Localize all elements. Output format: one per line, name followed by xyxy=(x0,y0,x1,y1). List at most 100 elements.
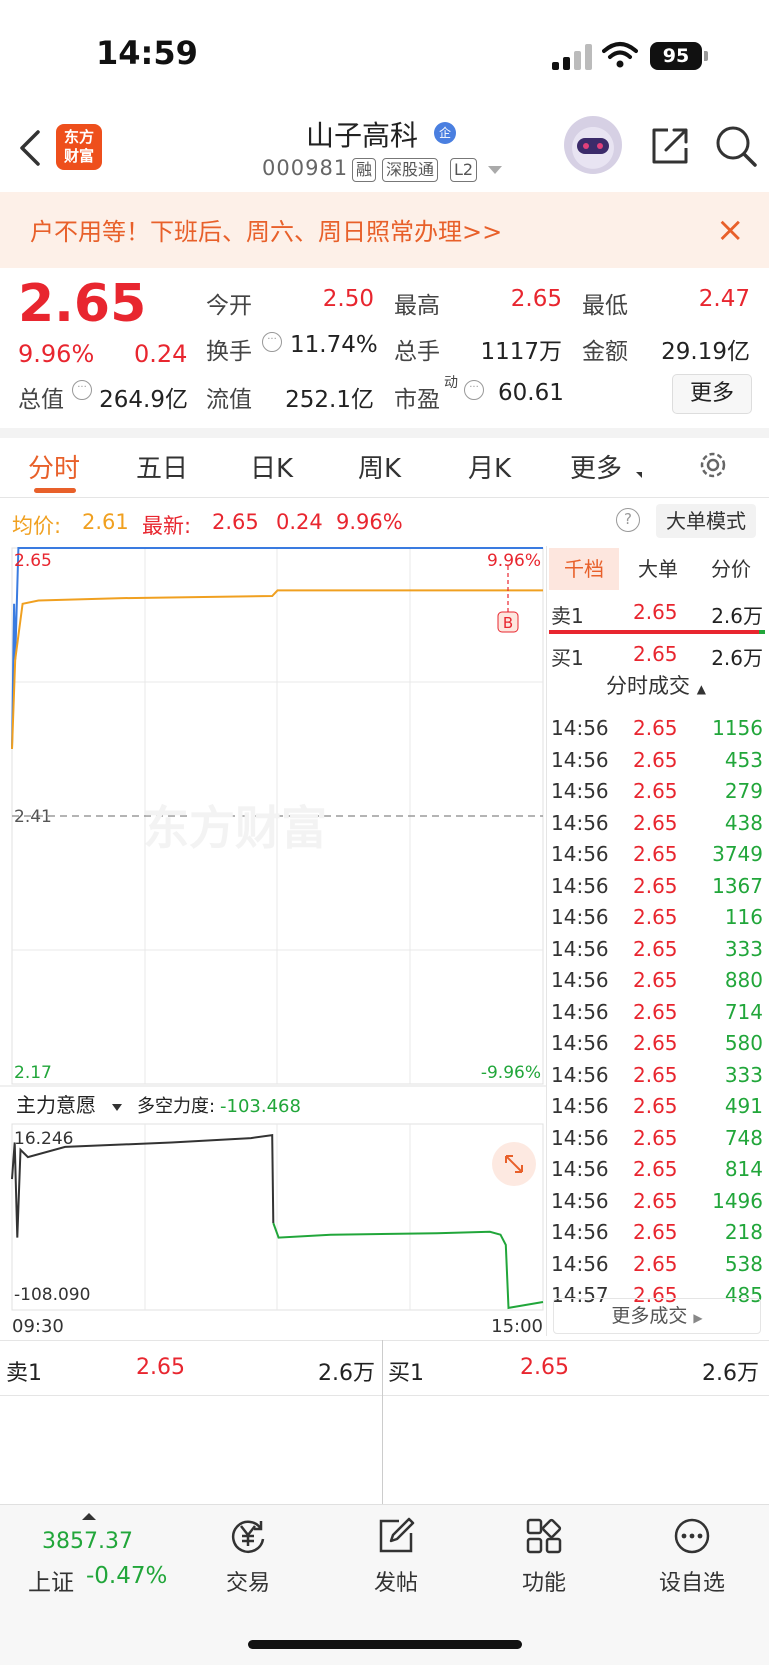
battery-icon: 95 xyxy=(650,42,702,70)
tab-intraday[interactable]: 分时 xyxy=(28,448,80,485)
tab-big-orders[interactable]: 大单 xyxy=(623,548,693,590)
help-icon[interactable]: ? xyxy=(616,508,640,532)
app-logo[interactable]: 东方 财富 xyxy=(56,124,102,170)
tick-price: 2.65 xyxy=(633,1125,678,1150)
y-label-bottom: 2.17 xyxy=(14,1063,52,1083)
wifi-icon xyxy=(602,42,638,68)
high-label: 最高 xyxy=(394,293,440,319)
compose-icon xyxy=(379,1517,415,1553)
info-icon[interactable]: ··· xyxy=(464,380,484,400)
index-name[interactable]: 上证 xyxy=(28,1563,74,1597)
order-bar-divider xyxy=(382,1340,383,1504)
big-order-mode-button[interactable]: 大单模式 xyxy=(656,504,756,538)
indicator-selector[interactable]: 主力意愿 xyxy=(16,1093,96,1117)
bull-bear-value: -103.468 xyxy=(220,1096,301,1117)
tick-row: 14:56 2.65 580 xyxy=(547,1029,767,1059)
tick-list-header[interactable]: 分时成交 ▲ xyxy=(547,670,765,702)
tick-price: 2.65 xyxy=(633,1094,678,1118)
banner-text[interactable]: 户不用等！下班后、周六、周日照常办理>> xyxy=(30,212,502,247)
gear-icon[interactable] xyxy=(696,448,730,482)
side-tabs: 千档 大单 分价 xyxy=(549,548,767,590)
info-icon[interactable]: ··· xyxy=(72,380,92,400)
order-book-panel: 千档 大单 分价 卖1 2.65 2.6万 买1 2.65 2.6万 分时成交 … xyxy=(546,546,769,1336)
chevron-down-icon[interactable] xyxy=(488,166,502,174)
divider xyxy=(0,428,769,438)
level1-order-bar: 卖1 2.65 2.6万 买1 2.65 2.6万 xyxy=(0,1340,769,1396)
bottom-sell-label: 卖1 xyxy=(6,1361,42,1386)
nav-add-watchlist[interactable]: 设自选 xyxy=(642,1515,742,1605)
intraday-chart[interactable]: 东方财富 B 2.65 2.41 2.17 9.96% -9.96% 主力意愿 … xyxy=(0,546,546,1340)
nav-functions-label: 功能 xyxy=(521,1571,566,1596)
tab-price-distribution[interactable]: 分价 xyxy=(695,548,767,590)
tick-volume: 333 xyxy=(724,936,763,961)
volume-label: 总手 xyxy=(394,339,440,365)
tick-price: 2.65 xyxy=(633,905,678,929)
tick-time: 14:56 xyxy=(551,779,609,803)
tick-price: 2.65 xyxy=(633,810,678,835)
change-amount: 0.24 xyxy=(134,340,188,368)
tick-volume: 1156 xyxy=(712,716,763,740)
tab-more[interactable]: 更多 xyxy=(570,448,622,485)
turnover-label: 换手 xyxy=(206,339,252,365)
tick-row: 14:56 2.65 748 xyxy=(547,1124,767,1154)
buy-1-label: 买1 xyxy=(551,646,584,670)
stock-name: 山子高科 xyxy=(306,119,419,152)
tick-time: 14:56 xyxy=(551,873,609,898)
chart-legend: 均价: 2.61 最新: 2.65 0.24 9.96% ? 大单模式 xyxy=(0,500,769,544)
tick-volume: 538 xyxy=(724,1251,763,1276)
caret-up-icon[interactable] xyxy=(82,1513,96,1520)
tick-volume: 491 xyxy=(724,1094,763,1118)
tick-time: 14:56 xyxy=(551,1251,609,1276)
nav-trade[interactable]: 交易 xyxy=(198,1515,298,1605)
caret-up-icon: ▲ xyxy=(696,682,706,696)
avg-price-label: 均价: xyxy=(12,514,62,538)
indicator-green-line xyxy=(272,1222,544,1310)
volume-value: 1117万 xyxy=(480,339,562,365)
tick-time: 14:56 xyxy=(551,1094,609,1118)
more-dots-icon xyxy=(674,1518,710,1554)
bull-bear-label: 多空力度: xyxy=(137,1096,215,1117)
bottom-sell-volume: 2.6万 xyxy=(318,1361,375,1386)
tick-time: 14:56 xyxy=(551,716,609,740)
close-icon[interactable]: × xyxy=(716,210,745,250)
back-arrow-icon[interactable] xyxy=(14,126,50,170)
status-bar: 14:59 95 xyxy=(0,0,769,110)
y-label-prev-close: 2.41 xyxy=(14,807,52,827)
enterprise-badge-icon: 企 xyxy=(434,122,456,144)
logo-line-2: 财富 xyxy=(63,147,94,165)
battery-tip xyxy=(704,51,708,61)
tab-five-day[interactable]: 五日 xyxy=(136,448,188,485)
tick-price: 2.65 xyxy=(633,716,678,740)
buy-marker-b[interactable]: B xyxy=(503,614,513,632)
nav-functions[interactable]: 功能 xyxy=(494,1515,594,1605)
more-button[interactable]: 更多 xyxy=(672,374,752,414)
share-icon[interactable] xyxy=(648,124,692,168)
high-value: 2.65 xyxy=(510,286,562,312)
nav-add-watchlist-label: 设自选 xyxy=(658,1571,725,1596)
nav-post[interactable]: 发帖 xyxy=(346,1515,446,1605)
market-cap-label: 总值 xyxy=(18,387,64,413)
info-icon[interactable]: ··· xyxy=(262,332,282,352)
index-change-pct[interactable]: -0.47% xyxy=(86,1563,167,1589)
tick-time: 14:56 xyxy=(551,1188,609,1213)
promo-banner[interactable]: 户不用等！下班后、周六、周日照常办理>> × xyxy=(0,192,769,268)
search-icon[interactable] xyxy=(714,124,758,168)
pe-dynamic-sup: 动 xyxy=(444,375,458,391)
ai-assistant-avatar[interactable] xyxy=(564,116,622,174)
tab-monthly-k[interactable]: 月K xyxy=(468,448,511,485)
dropdown-caret-icon[interactable] xyxy=(112,1104,122,1111)
chart-watermark: 东方财富 xyxy=(143,801,327,855)
tick-price: 2.65 xyxy=(633,968,678,992)
index-value[interactable]: 3857.37 xyxy=(42,1529,133,1554)
tab-daily-k[interactable]: 日K xyxy=(250,448,293,485)
status-time: 14:59 xyxy=(96,34,198,72)
tick-price: 2.65 xyxy=(633,1157,678,1181)
tick-row: 14:56 2.65 538 xyxy=(547,1250,767,1280)
more-deals-button[interactable]: 更多成交 ▶ xyxy=(553,1298,761,1334)
home-indicator xyxy=(248,1640,522,1649)
tab-weekly-k[interactable]: 周K xyxy=(358,448,401,485)
tick-volume: 116 xyxy=(724,905,763,929)
tick-time: 14:56 xyxy=(551,842,609,866)
tick-price: 2.65 xyxy=(633,842,678,866)
tab-thousand-level[interactable]: 千档 xyxy=(549,548,619,590)
